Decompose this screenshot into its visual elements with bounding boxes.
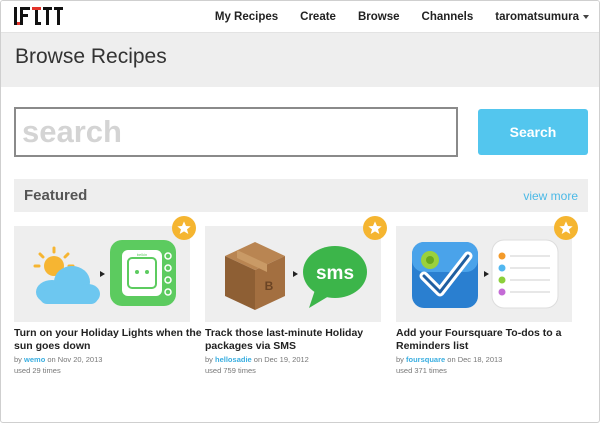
user-menu-label: taromatsumura [495,11,579,23]
recipe-date: on Nov 20, 2013 [47,355,103,364]
recipe-byline: by wemo on Nov 20, 2013 [14,355,204,364]
arrow-right-icon [100,271,105,277]
featured-star-icon [363,216,387,240]
recipe-date: on Dec 19, 2012 [253,355,309,364]
recipe-1-artwork: belkin [33,240,176,306]
arrow-right-icon [293,271,298,277]
recipe-author-link[interactable]: foursquare [406,355,445,364]
recipe-title[interactable]: Track those last-minute Holiday packages… [205,327,395,353]
featured-header: Featured view more [14,179,588,212]
recipe-title[interactable]: Add your Foursquare To-dos to a Reminder… [396,327,586,353]
nav-create[interactable]: Create [300,11,336,23]
recipe-byline: by foursquare on Dec 18, 2013 [396,355,586,364]
recipe-author-link[interactable]: wemo [24,355,45,364]
recipe-uses: used 759 times [205,366,256,375]
box-letter: B [265,279,274,293]
weather-sun-cloud-icon [33,246,100,304]
nav-links: My Recipes Create Browse Channels taroma… [193,1,589,33]
recipe-3-artwork [412,239,559,309]
search-input[interactable] [14,107,458,157]
recipe-image[interactable]: B sms [205,226,381,322]
recipe-uses: used 371 times [396,366,447,375]
recipe-author-link[interactable]: hellosadie [215,355,252,364]
nav-my-recipes[interactable]: My Recipes [215,11,278,23]
by-label: by [14,355,22,364]
featured-star-icon [172,216,196,240]
caret-down-icon [583,14,589,19]
reminders-list-icon [491,239,559,309]
ifttt-logo-icon [14,7,63,25]
nav-channels[interactable]: Channels [422,11,474,23]
recipe-image[interactable]: belkin [14,226,190,322]
browser-frame: My Recipes Create Browse Channels taroma… [0,0,600,423]
package-box-icon: B [225,242,285,310]
page-title: Browse Recipes [15,45,167,68]
top-nav: My Recipes Create Browse Channels taroma… [1,1,599,33]
featured-star-icon [554,216,578,240]
by-label: by [205,355,213,364]
page-header: Browse Recipes [1,33,599,87]
belkin-label: belkin [137,252,147,257]
view-more-link[interactable]: view more [523,189,578,203]
nav-browse[interactable]: Browse [358,11,400,23]
recipe-title[interactable]: Turn on your Holiday Lights when the sun… [14,327,204,353]
user-menu[interactable]: taromatsumura [495,11,589,23]
recipe-image[interactable] [396,226,572,322]
foursquare-checkmark-icon [412,242,478,308]
recipe-2-artwork: B sms [225,242,367,310]
search-button[interactable]: Search [478,109,588,155]
sms-bubble-icon: sms [303,246,367,308]
arrow-right-icon [484,271,489,277]
by-label: by [396,355,404,364]
recipe-uses: used 29 times [14,366,61,375]
wemo-switch-icon: belkin [110,240,176,306]
sms-label: sms [316,263,354,284]
featured-title: Featured [24,187,88,204]
recipe-byline: by hellosadie on Dec 19, 2012 [205,355,395,364]
recipe-date: on Dec 18, 2013 [447,355,503,364]
